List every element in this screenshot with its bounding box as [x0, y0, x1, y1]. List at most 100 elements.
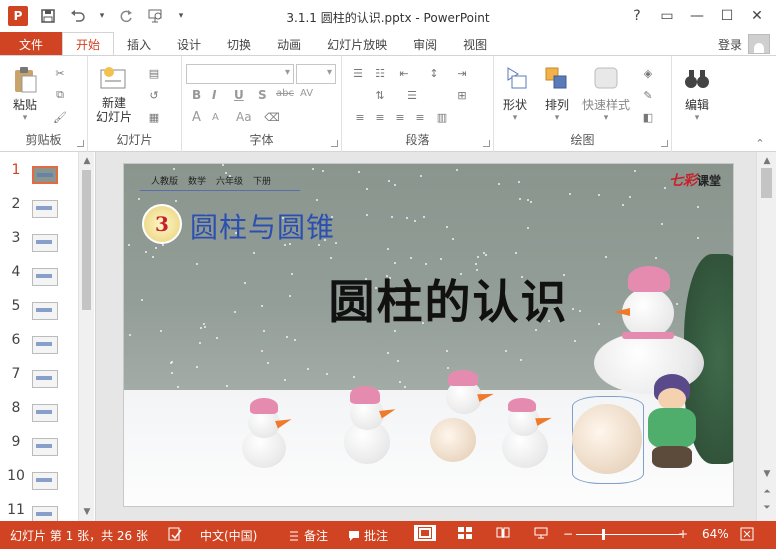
numbering-icon[interactable]: ☷ — [372, 66, 388, 80]
scrollbar-thumb[interactable] — [82, 170, 91, 310]
zoom-level[interactable]: 64% — [702, 527, 729, 541]
thumbnail-slide-11[interactable]: 11 — [0, 492, 80, 521]
next-slide-icon[interactable]: ⏷ — [759, 501, 775, 515]
scroll-up-icon[interactable]: ▲ — [79, 154, 95, 168]
zoom-slider-thumb[interactable] — [602, 529, 605, 540]
close-button[interactable]: ✕ — [742, 4, 772, 28]
normal-view-button[interactable] — [414, 525, 436, 541]
copy-icon[interactable]: ⧉ — [52, 88, 68, 102]
clear-formatting-icon[interactable]: ⌫ — [264, 110, 280, 124]
slide-counter[interactable]: 幻灯片 第 1 张，共 26 张 — [10, 527, 148, 544]
tab-animations[interactable]: 动画 — [264, 32, 314, 56]
thumbnail-slide-5[interactable]: 5 — [0, 288, 80, 322]
font-launcher-icon[interactable] — [331, 140, 338, 147]
thumbnail-slide-4[interactable]: 4 — [0, 254, 80, 288]
align-right-icon[interactable]: ≡ — [392, 110, 408, 124]
thumbnail-slide-2[interactable]: 2 — [0, 186, 80, 220]
text-direction-icon[interactable]: ⇅ — [372, 88, 388, 102]
section-icon[interactable]: ▦ — [146, 110, 162, 124]
thumbnail-slide-3[interactable]: 3 — [0, 220, 80, 254]
shadow-button[interactable]: S — [258, 88, 267, 102]
ribbon-display-options-button[interactable]: ▭ — [652, 4, 682, 28]
spelling-check-icon[interactable] — [168, 527, 182, 541]
quick-styles-button[interactable]: 快速样式 ▾ — [582, 64, 630, 123]
editor-scrollbar[interactable]: ▲ ▼ ⏶ ⏷ — [756, 152, 776, 521]
scroll-up-icon[interactable]: ▲ — [759, 154, 775, 168]
bullets-icon[interactable]: ☰ — [350, 66, 366, 80]
line-spacing-icon[interactable]: ↕ — [426, 66, 442, 80]
scrollbar-thumb[interactable] — [761, 168, 772, 198]
slide-sorter-button[interactable] — [458, 527, 472, 539]
arrange-button[interactable]: 排列 ▾ — [542, 64, 572, 123]
tab-slideshow[interactable]: 幻灯片放映 — [314, 32, 400, 56]
smartart-icon[interactable]: ⊞ — [454, 88, 470, 102]
tab-transitions[interactable]: 切换 — [214, 32, 264, 56]
comments-button[interactable]: 批注 — [348, 527, 388, 544]
help-button[interactable]: ? — [622, 4, 652, 28]
reading-view-button[interactable] — [496, 527, 510, 539]
align-center-icon[interactable]: ≡ — [372, 110, 388, 124]
minimize-button[interactable]: — — [682, 4, 712, 28]
paste-button[interactable]: 粘贴 ▾ — [10, 64, 40, 123]
align-left-icon[interactable]: ≡ — [352, 110, 368, 124]
tab-review[interactable]: 审阅 — [400, 32, 450, 56]
tab-view[interactable]: 视图 — [450, 32, 500, 56]
language-indicator[interactable]: 中文(中国) — [200, 527, 257, 544]
thumbnail-slide-9[interactable]: 9 — [0, 424, 80, 458]
justify-icon[interactable]: ≡ — [412, 110, 428, 124]
header-grade: 六年级 — [216, 177, 244, 187]
shape-effects-icon[interactable]: ◧ — [640, 110, 656, 124]
tab-home[interactable]: 开始 — [62, 32, 115, 56]
increase-indent-icon[interactable]: ⇥ — [454, 66, 470, 80]
reset-icon[interactable]: ↺ — [146, 88, 162, 102]
maximize-button[interactable]: ☐ — [712, 4, 742, 28]
decrease-indent-icon[interactable]: ⇤ — [396, 66, 412, 80]
shape-outline-icon[interactable]: ✎ — [640, 88, 656, 102]
scroll-down-icon[interactable]: ▼ — [79, 505, 95, 519]
scroll-down-icon[interactable]: ▼ — [759, 467, 775, 481]
thumbnail-slide-1[interactable]: 1 — [0, 152, 80, 186]
paragraph-launcher-icon[interactable] — [483, 140, 490, 147]
grow-font-button[interactable]: A — [192, 110, 201, 125]
underline-button[interactable]: U — [234, 88, 244, 102]
thumbnail-slide-10[interactable]: 10 — [0, 458, 80, 492]
italic-button[interactable]: I — [212, 88, 216, 102]
paste-dropdown-icon[interactable]: ▾ — [23, 113, 28, 123]
zoom-in-button[interactable]: + — [678, 527, 688, 541]
new-slide-button[interactable]: 新建 幻灯片 — [96, 64, 132, 124]
thumbnail-slide-8[interactable]: 8 — [0, 390, 80, 424]
thumbnail-slide-6[interactable]: 6 — [0, 322, 80, 356]
strikethrough-button[interactable]: abc — [276, 88, 294, 99]
format-painter-icon[interactable]: 🖌 — [52, 110, 68, 124]
clipboard-launcher-icon[interactable] — [77, 140, 84, 147]
slideshow-button[interactable] — [534, 527, 548, 539]
drawing-launcher-icon[interactable] — [661, 140, 668, 147]
user-avatar-icon[interactable] — [748, 34, 770, 54]
zoom-out-button[interactable]: − — [563, 527, 573, 541]
change-case-button[interactable]: Aa — [236, 110, 252, 124]
slide-canvas[interactable]: 人教版 数学 六年级 下册 七彩课堂 3 圆柱与圆锥 圆柱的认识 — [123, 163, 734, 507]
tab-file[interactable]: 文件 — [0, 32, 62, 56]
align-text-icon[interactable]: ☰ — [404, 88, 420, 102]
fit-slide-button[interactable] — [740, 527, 754, 541]
collapse-ribbon-icon[interactable]: ⌃ — [752, 136, 768, 150]
previous-slide-icon[interactable]: ⏶ — [759, 485, 775, 499]
notes-button[interactable]: 备注 — [288, 527, 328, 544]
tab-insert[interactable]: 插入 — [114, 32, 164, 56]
thumbnail-slide-7[interactable]: 7 — [0, 356, 80, 390]
shape-fill-icon[interactable]: ◈ — [640, 66, 656, 80]
cut-icon[interactable]: ✂ — [52, 66, 68, 80]
bold-button[interactable]: B — [192, 88, 201, 102]
shapes-button[interactable]: 形状 ▾ — [500, 64, 530, 123]
font-name-combobox[interactable] — [186, 64, 294, 84]
font-size-combobox[interactable] — [296, 64, 336, 84]
tab-design[interactable]: 设计 — [164, 32, 214, 56]
layout-icon[interactable]: ▤ — [146, 66, 162, 80]
shrink-font-button[interactable]: A — [212, 112, 219, 123]
character-spacing-button[interactable]: AV — [300, 88, 313, 99]
sign-in-link[interactable]: 登录 — [718, 36, 742, 53]
editing-button[interactable]: 编辑 ▾ — [682, 64, 712, 123]
thumbnails-scrollbar[interactable]: ▲ ▼ — [78, 152, 94, 521]
columns-icon[interactable]: ▥ — [434, 110, 450, 124]
zoom-slider-track[interactable] — [576, 534, 682, 535]
